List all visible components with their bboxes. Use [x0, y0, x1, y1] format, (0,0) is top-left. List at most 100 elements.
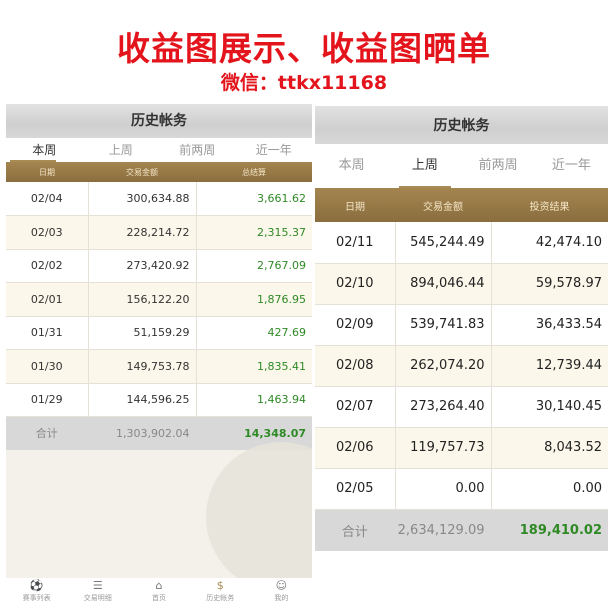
column-result: 总结算	[196, 162, 312, 182]
soccer-ball-icon: ⚽	[29, 579, 44, 592]
left-history-screen: 历史帐务 本周 上周 前两周 近一年 日期 交易金额 总结算 02/04 300,634…	[6, 104, 312, 602]
tab-2[interactable]: 前两周	[159, 138, 236, 162]
row-result: 30,140.45	[491, 386, 608, 428]
row-result: 427.69	[196, 316, 312, 350]
row-date: 01/31	[6, 316, 88, 350]
table-row: 02/09 539,741.83 36,433.54	[315, 304, 608, 346]
table-row: 02/02 273,420.92 2,767.09	[6, 249, 312, 283]
list-icon: ☰	[92, 579, 103, 592]
page-title: 历史帐务	[315, 106, 608, 144]
tab-0[interactable]: 本周	[6, 138, 83, 162]
row-result: 12,739.44	[491, 345, 608, 387]
history-table: 日期 交易金额 投资结果 02/11 545,244.49 42,474.10 02/…	[315, 188, 608, 551]
right-history-screen: 历史帐务 本周 上周 前两周 近一年 日期 交易金额 投资结果 02/11 545,24…	[315, 106, 608, 552]
table-row: 02/05 0.00 0.00	[315, 468, 608, 510]
tab-0[interactable]: 本周	[315, 144, 388, 188]
dollar-icon: $	[216, 579, 224, 592]
nav-label: 交易明细	[83, 594, 112, 602]
table-row: 02/04 300,634.88 3,661.62	[6, 182, 312, 216]
table-header: 日期 交易金额 总结算	[6, 162, 312, 182]
column-amount: 交易金额	[395, 188, 491, 222]
total-label: 合计	[6, 416, 88, 450]
tab-3[interactable]: 近一年	[236, 138, 313, 162]
tab-1[interactable]: 上周	[83, 138, 160, 162]
row-amount: 144,596.25	[87, 383, 197, 417]
column-result: 投资结果	[491, 188, 608, 222]
table-row: 02/07 273,264.40 30,140.45	[315, 386, 608, 428]
table-row: 02/01 156,122.20 1,876.95	[6, 282, 312, 317]
row-result: 42,474.10	[491, 222, 608, 264]
row-date: 01/29	[6, 383, 88, 417]
nav-item-4[interactable]: ☺ 我的	[251, 578, 312, 602]
nav-label: 首页	[152, 594, 166, 602]
row-result: 3,661.62	[196, 182, 312, 216]
tab-3[interactable]: 近一年	[535, 144, 608, 188]
nav-item-0[interactable]: ⚽ 赛事列表	[6, 578, 67, 602]
row-result: 59,578.97	[491, 263, 608, 305]
table-row: 02/11 545,244.49 42,474.10	[315, 222, 608, 264]
row-amount: 539,741.83	[394, 304, 492, 346]
row-result: 2,315.37	[196, 215, 312, 250]
column-amount: 交易金额	[88, 162, 196, 182]
total-amount: 2,634,129.09	[395, 509, 491, 551]
row-amount: 273,420.92	[87, 249, 197, 283]
row-amount: 156,122.20	[87, 282, 197, 317]
row-result: 1,876.95	[196, 282, 312, 317]
total-result: 189,410.02	[491, 509, 608, 551]
total-label: 合计	[315, 509, 395, 551]
row-amount: 51,159.29	[87, 316, 197, 350]
table-row: 01/29 144,596.25 1,463.94	[6, 383, 312, 417]
row-amount: 545,244.49	[394, 222, 492, 264]
row-date: 02/01	[6, 282, 88, 317]
soccer-ball-watermark	[206, 442, 312, 592]
row-amount: 119,757.73	[394, 427, 492, 469]
home-icon: ⌂	[155, 579, 163, 592]
row-date: 02/08	[315, 345, 395, 387]
table-row: 02/10 894,046.44 59,578.97	[315, 263, 608, 305]
period-tabs: 本周 上周 前两周 近一年	[6, 138, 312, 162]
row-amount: 262,074.20	[394, 345, 492, 387]
column-date: 日期	[315, 188, 395, 222]
banner-title: 收益图展示、收益图晒单	[117, 29, 491, 68]
tab-2[interactable]: 前两周	[462, 144, 535, 188]
column-date: 日期	[6, 162, 88, 182]
table-row: 02/08 262,074.20 12,739.44	[315, 345, 608, 387]
period-tabs: 本周 上周 前两周 近一年	[315, 144, 608, 188]
row-amount: 149,753.78	[87, 349, 197, 384]
user-icon: ☺	[275, 579, 288, 592]
row-amount: 300,634.88	[87, 182, 197, 216]
tab-1[interactable]: 上周	[388, 144, 461, 188]
nav-item-2[interactable]: ⌂ 首页	[128, 578, 189, 602]
row-date: 01/30	[6, 349, 88, 384]
total-row: 合计 2,634,129.09 189,410.02	[315, 509, 608, 551]
table-header: 日期 交易金额 投资结果	[315, 188, 608, 222]
banner-contact: 微信：ttkx11168	[220, 72, 388, 94]
row-amount: 0.00	[394, 468, 492, 510]
table-row: 01/31 51,159.29 427.69	[6, 316, 312, 350]
table-row: 02/06 119,757.73 8,043.52	[315, 427, 608, 469]
row-date: 02/11	[315, 222, 395, 264]
bottom-nav: ⚽ 赛事列表 ☰ 交易明细 ⌂ 首页 $ 历史帐务 ☺ 我的	[6, 578, 312, 602]
row-result: 1,463.94	[196, 383, 312, 417]
row-date: 02/07	[315, 386, 395, 428]
row-result: 36,433.54	[491, 304, 608, 346]
nav-label: 我的	[274, 594, 289, 602]
nav-item-1[interactable]: ☰ 交易明细	[67, 578, 128, 602]
row-result: 1,835.41	[196, 349, 312, 384]
row-date: 02/02	[6, 249, 88, 283]
nav-label: 历史帐务	[206, 594, 235, 602]
total-amount: 1,303,902.04	[88, 416, 196, 450]
nav-label: 赛事列表	[22, 594, 51, 602]
row-date: 02/10	[315, 263, 395, 305]
table-row: 01/30 149,753.78 1,835.41	[6, 349, 312, 384]
row-date: 02/05	[315, 468, 395, 510]
table-row: 02/03 228,214.72 2,315.37	[6, 215, 312, 250]
row-result: 8,043.52	[491, 427, 608, 469]
row-amount: 228,214.72	[87, 215, 197, 250]
row-date: 02/09	[315, 304, 395, 346]
nav-item-3[interactable]: $ 历史帐务	[190, 578, 251, 602]
row-amount: 273,264.40	[394, 386, 492, 428]
row-amount: 894,046.44	[394, 263, 492, 305]
page-title: 历史帐务	[6, 104, 312, 138]
row-result: 0.00	[491, 468, 608, 510]
